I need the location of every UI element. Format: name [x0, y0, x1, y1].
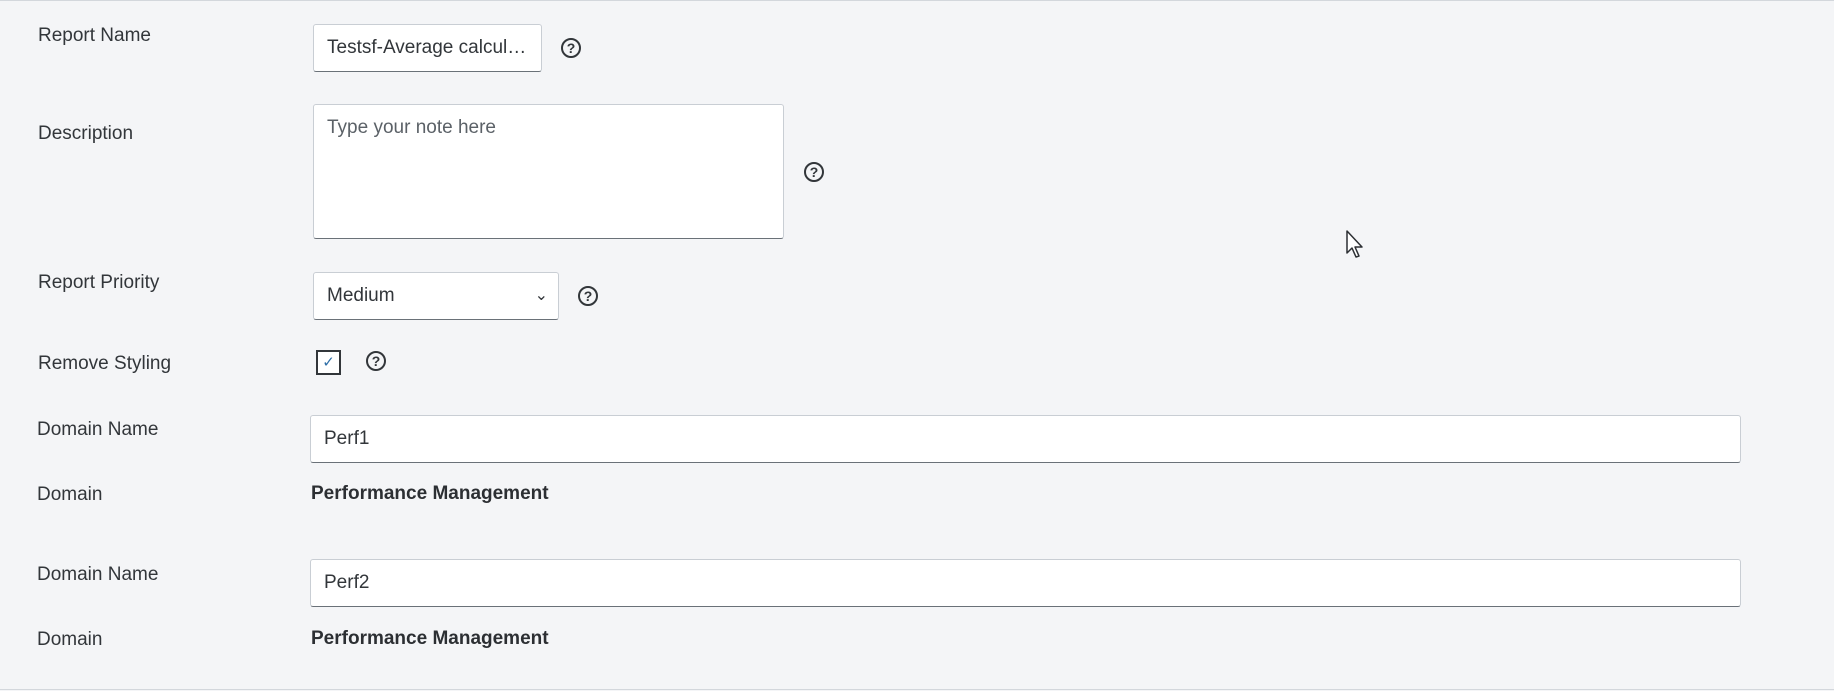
report-name-label: Report Name [38, 25, 151, 46]
remove-styling-label: Remove Styling [38, 353, 172, 374]
report-settings-form: Report Name Testsf-Average calculation ?… [0, 0, 1834, 691]
mouse-cursor-icon [1346, 230, 1363, 258]
report-priority-selected-value: Medium [327, 285, 395, 306]
domain-value-1: Performance Management [311, 483, 549, 504]
report-priority-help-icon[interactable]: ? [578, 286, 598, 306]
report-priority-select[interactable]: Medium ⌄ [313, 272, 559, 320]
remove-styling-checkbox[interactable]: ✓ [316, 350, 341, 375]
report-name-input[interactable]: Testsf-Average calculation [313, 24, 542, 72]
bottom-divider [0, 689, 1834, 690]
report-name-help-icon[interactable]: ? [561, 38, 581, 58]
chevron-down-icon: ⌄ [534, 287, 548, 304]
domain-label-1: Domain [37, 484, 103, 505]
remove-styling-help-icon[interactable]: ? [366, 351, 386, 371]
report-priority-label: Report Priority [38, 272, 160, 293]
domain-name-input-2[interactable]: Perf2 [310, 559, 1741, 607]
domain-value-2: Performance Management [311, 628, 549, 649]
description-label: Description [38, 123, 134, 144]
domain-name-label-1: Domain Name [37, 419, 159, 440]
description-help-icon[interactable]: ? [804, 162, 824, 182]
description-textarea[interactable]: Type your note here [313, 104, 784, 239]
domain-name-label-2: Domain Name [37, 564, 159, 585]
domain-label-2: Domain [37, 629, 103, 650]
domain-name-input-1[interactable]: Perf1 [310, 415, 1741, 463]
